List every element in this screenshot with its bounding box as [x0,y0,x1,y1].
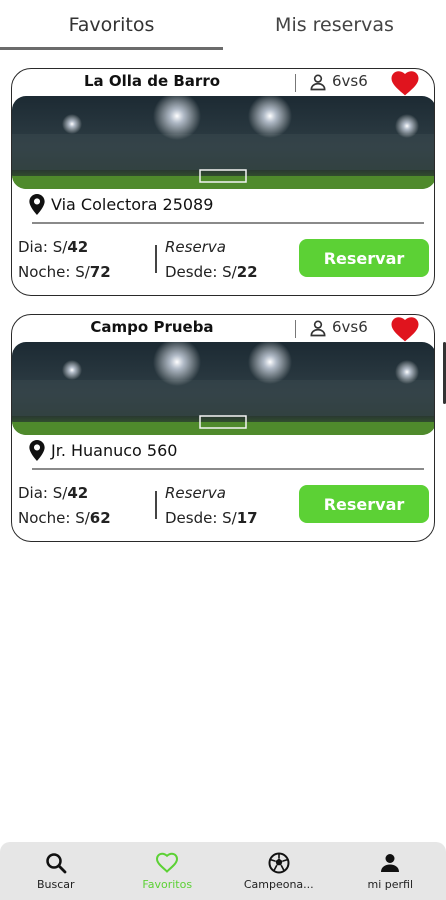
bottom-nav: Buscar Favoritos Campeona... mi perfil [0,842,446,900]
card-header: Campo Prueba 6vs6 [12,315,434,342]
price-divider [155,491,157,519]
day-price-label: Dia: S/ [18,238,68,256]
header-divider [295,320,296,338]
night-price: 62 [89,509,111,527]
reserve-button[interactable]: Reservar [299,485,429,523]
reserve-from-label: Desde: S/ [165,509,237,527]
search-icon [46,853,67,874]
person-icon [381,854,400,872]
location-pin-icon [29,193,45,215]
nav-label: Buscar [36,878,75,891]
nav-label: Campeona... [243,878,314,891]
card-header: La Olla de Barro 6vs6 [12,69,434,96]
reserve-label: Reserva [165,238,226,256]
location-pin-icon [29,439,45,461]
person-outline-icon [310,74,326,91]
card-divider [32,468,424,470]
day-price: 42 [67,238,89,256]
day-price-label: Dia: S/ [18,484,68,502]
location-row: Jr. Huanuco 560 [29,439,177,461]
player-count: 6vs6 [332,318,368,336]
tab-favoritos[interactable]: Favoritos [0,0,223,50]
venue-photo [12,96,434,189]
tab-bar: Favoritos Mis reservas [0,0,446,50]
header-divider [295,74,296,92]
person-outline-icon [310,320,326,337]
heart-icon[interactable] [390,315,420,342]
day-price: 42 [67,484,89,502]
price-divider [155,245,157,273]
location-row: Via Colectora 25089 [29,193,213,215]
price-info: Dia: S/42 Noche: S/72 [18,235,111,285]
venue-card[interactable]: Campo Prueba 6vs6 Jr. Huanuco 560 Dia: S… [11,314,435,542]
reserve-from-price: 22 [236,263,258,281]
venue-name: La Olla de Barro [83,72,221,90]
venue-card[interactable]: La Olla de Barro 6vs6 Via Colectora 2508… [11,68,435,296]
heart-icon[interactable] [390,69,420,96]
nav-label: mi perfil [367,878,414,891]
price-info: Dia: S/42 Noche: S/62 [18,481,111,531]
venue-address: Jr. Huanuco 560 [51,440,178,460]
reserve-button[interactable]: Reservar [299,239,429,277]
tab-mis-reservas[interactable]: Mis reservas [223,0,446,50]
reserve-from-label: Desde: S/ [165,263,237,281]
player-count: 6vs6 [332,72,368,90]
venue-address: Via Colectora 25089 [51,194,214,214]
reserve-from-price: 17 [236,509,258,527]
card-divider [32,222,424,224]
night-price: 72 [89,263,111,281]
nav-favoritos[interactable]: Favoritos [112,842,224,900]
nav-buscar[interactable]: Buscar [0,842,112,900]
soccer-ball-icon [268,852,290,874]
night-price-label: Noche: S/ [18,509,90,527]
nav-label: Favoritos [142,878,193,891]
venue-photo [12,342,434,435]
night-price-label: Noche: S/ [18,263,90,281]
reserve-info: Reserva Desde: S/22 [165,235,258,285]
venue-name: Campo Prueba [90,318,214,336]
reserve-label: Reserva [165,484,226,502]
reserve-info: Reserva Desde: S/17 [165,481,258,531]
nav-campeonatos[interactable]: Campeona... [223,842,335,900]
nav-mi-perfil[interactable]: mi perfil [335,842,446,900]
heart-outline-icon [156,852,179,873]
